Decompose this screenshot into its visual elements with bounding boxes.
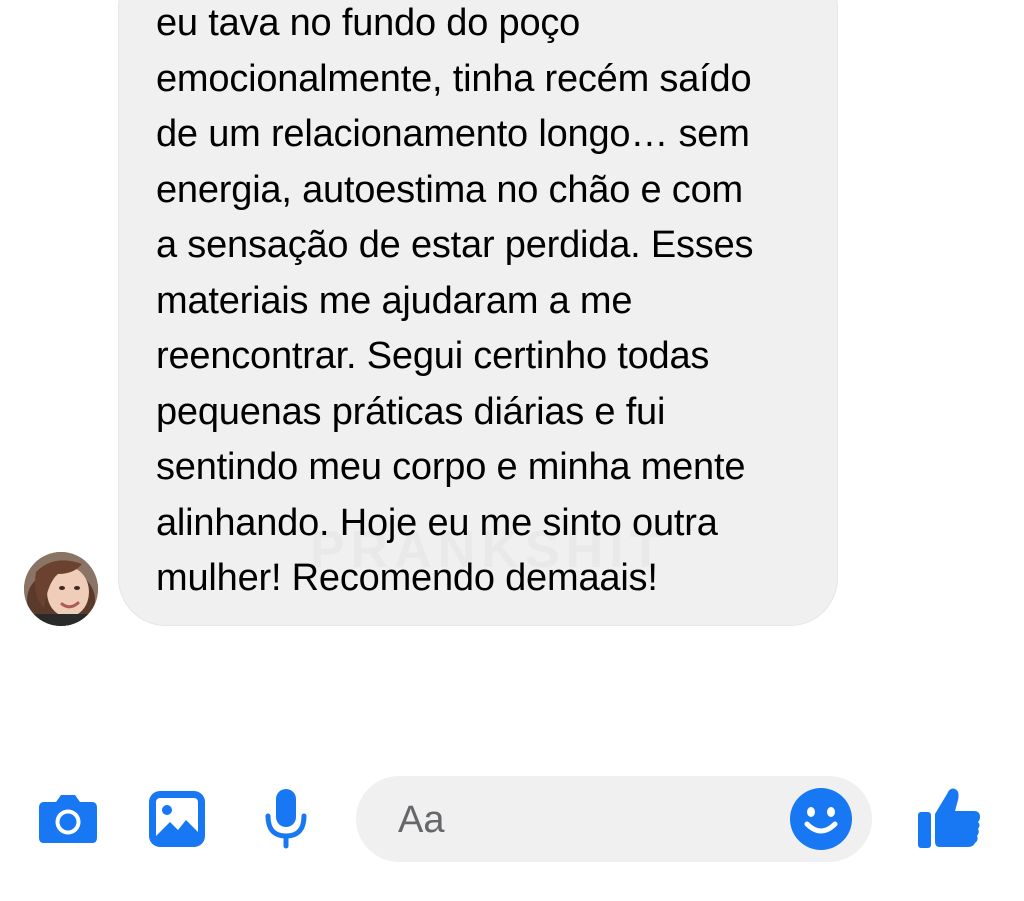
emoji-icon[interactable] xyxy=(790,788,852,850)
message-input-placeholder: Aa xyxy=(398,799,445,841)
message-line: eu tava no fundo do poço xyxy=(156,2,581,44)
message-composer: Aa xyxy=(0,760,1024,880)
microphone-icon[interactable] xyxy=(262,788,310,850)
avatar-photo xyxy=(24,552,98,626)
thumbs-up-icon[interactable] xyxy=(916,784,982,850)
message-line: mulher! Recomendo demaais! xyxy=(156,557,658,599)
message-line: reencontrar. Segui certinho todas xyxy=(156,335,710,377)
message-line: sentindo meu corpo e minha mente xyxy=(156,446,746,488)
message-line: pequenas práticas diárias e fui xyxy=(156,390,666,433)
message-line: alinhando. Hoje eu me sinto outra xyxy=(156,501,718,544)
message-input[interactable]: Aa xyxy=(356,776,872,862)
message-line: energia, autoestima no chão e com xyxy=(156,168,743,211)
avatar[interactable] xyxy=(24,552,98,626)
gallery-icon[interactable] xyxy=(148,790,206,848)
message-line: de um relacionamento longo… sem xyxy=(156,113,750,155)
chat-screen: PRANKSHIT eu tava no fundo do poço emoci… xyxy=(0,0,1024,901)
message-line: materiais me ajudaram a me xyxy=(156,279,633,322)
message-text: eu tava no fundo do poço emocionalmente,… xyxy=(156,0,836,607)
camera-icon[interactable] xyxy=(38,792,98,844)
message-line: emocionalmente, tinha recém saído xyxy=(156,57,752,100)
message-line: a sensação de estar perdida. Esses xyxy=(156,224,754,266)
